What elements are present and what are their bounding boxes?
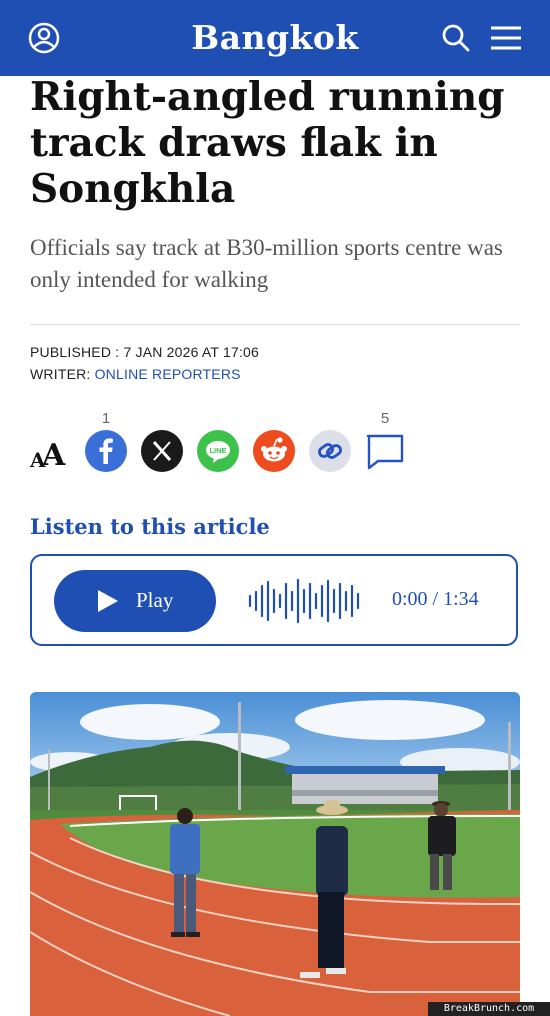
line-icon[interactable]: LINE <box>197 430 239 472</box>
comment-count: 5 <box>380 410 390 427</box>
listen-heading: Listen to this article <box>30 514 270 539</box>
waveform-icon <box>248 578 360 624</box>
audio-player: Play 0:00 / 1:34 <box>30 554 518 646</box>
reddit-icon[interactable] <box>253 430 295 472</box>
writer-link[interactable]: ONLINE REPORTERS <box>95 366 241 382</box>
font-size-large-a: A <box>42 438 66 473</box>
divider <box>30 324 520 325</box>
play-icon <box>98 590 118 612</box>
facebook-icon[interactable] <box>85 430 127 472</box>
top-navbar: Bangkok Post <box>0 0 550 109</box>
x-icon[interactable] <box>141 430 183 472</box>
search-icon[interactable] <box>436 18 476 58</box>
published-line: PUBLISHED : 7 JAN 2026 AT 17:06 <box>30 344 510 360</box>
article-headline: Right-angled running track draws flak in… <box>30 74 505 212</box>
facebook-share-count: 1 <box>101 410 111 427</box>
published-date: 7 JAN 2026 AT 17:06 <box>123 344 260 360</box>
menu-icon[interactable] <box>486 18 526 58</box>
article-subheadline: Officials say track at B30-million sport… <box>30 235 503 292</box>
user-icon[interactable] <box>24 18 64 58</box>
audio-time: 0:00 / 1:34 <box>392 588 479 610</box>
share-toolbar: AA 1 LINE 5 <box>0 410 550 480</box>
article-photo <box>30 692 520 1016</box>
writer-label: WRITER: <box>30 366 95 382</box>
comment-icon[interactable] <box>364 430 406 472</box>
site-logo[interactable]: Bangkok Post <box>150 12 400 109</box>
writer-line: WRITER: ONLINE REPORTERS <box>30 366 510 382</box>
line-icon-label: LINE <box>209 446 226 455</box>
play-button-label: Play <box>136 588 174 612</box>
play-button[interactable]: Play <box>54 570 216 632</box>
watermark-text: BreakBrunch.com <box>428 1002 550 1016</box>
published-label: PUBLISHED : <box>30 344 124 360</box>
font-size-button[interactable]: AA <box>30 432 74 473</box>
link-icon[interactable] <box>309 430 351 472</box>
